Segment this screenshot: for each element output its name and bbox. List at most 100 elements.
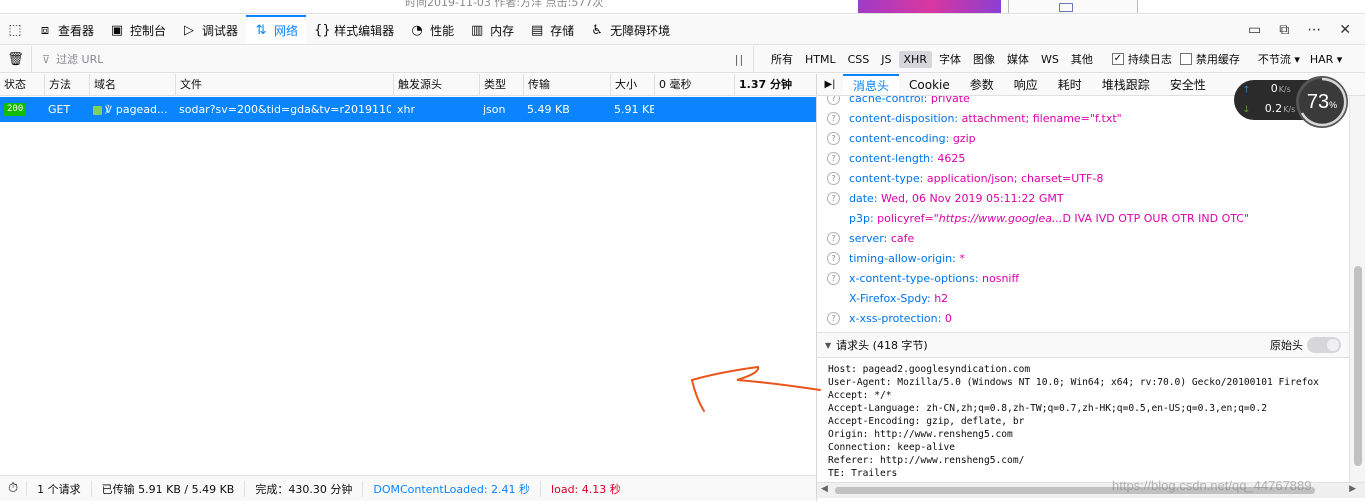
scrollbar-thumb[interactable] xyxy=(1354,266,1362,466)
transferred-summary: 已传输 5.91 KB / 5.49 KB xyxy=(92,480,246,497)
column-transferred[interactable]: 传输 xyxy=(523,74,610,96)
filter-url-input[interactable]: ⊽ 过滤 URL xyxy=(32,51,712,67)
tab-storage[interactable]: ▤ 存储 xyxy=(522,15,582,44)
header-row[interactable]: ? content-encoding: gzip xyxy=(817,129,1349,149)
header-value: 0 xyxy=(944,312,952,325)
request-details-panel: ▶| 消息头 Cookie 参数 响应 耗时 堆栈跟踪 安全性 ? cache-c… xyxy=(816,74,1365,501)
tab-performance[interactable]: ◔ 性能 xyxy=(402,15,462,44)
type-xhr-button[interactable]: XHR xyxy=(898,50,932,68)
header-row[interactable]: ? content-length: 4625 xyxy=(817,149,1349,169)
type-images-button[interactable]: 图像 xyxy=(968,49,1000,69)
header-row[interactable]: X-Firefox-Spdy: h2 xyxy=(817,289,1349,309)
header-value: nosniff xyxy=(982,272,1020,285)
tab-params[interactable]: 参数 xyxy=(960,74,1004,95)
column-size[interactable]: 大小 xyxy=(610,74,654,96)
help-icon[interactable]: ? xyxy=(827,111,840,125)
tab-inspector[interactable]: ⧈ 查看器 xyxy=(30,15,102,44)
network-statusbar: ⏱ 1 个请求 已传输 5.91 KB / 5.49 KB 完成：430.30 … xyxy=(0,475,816,501)
header-row[interactable]: ? server: cafe xyxy=(817,229,1349,249)
filter-icon: ⊽ xyxy=(42,52,51,66)
tab-accessibility[interactable]: ♿ 无障碍环境 xyxy=(582,15,678,44)
throttling-select[interactable]: 不节流 ▾ xyxy=(1258,51,1300,67)
header-row[interactable]: ? x-content-type-options: nosniff xyxy=(817,269,1349,289)
clear-icon[interactable]: 🗑 xyxy=(0,46,32,72)
request-headers-title: 请求头 (418 字节) xyxy=(836,339,928,352)
tab-style-editor[interactable]: {} 样式编辑器 xyxy=(306,15,402,44)
scroll-right-icon[interactable]: ▶ xyxy=(1349,484,1356,494)
column-domain[interactable]: 域名 xyxy=(89,74,175,96)
webpage-image xyxy=(858,0,1001,13)
speed-unit: K/s xyxy=(1278,85,1291,94)
performance-analysis-icon[interactable]: ⏱ xyxy=(0,481,28,496)
tab-network[interactable]: ⇅ 网络 xyxy=(246,15,307,44)
type-js-button[interactable]: JS xyxy=(876,51,896,68)
table-row[interactable]: 200 GET ℣ pagead... sodar?sv=200&tid=gda&… xyxy=(0,97,816,122)
download-arrow-icon: 🡓 xyxy=(1244,105,1249,115)
type-css-button[interactable]: CSS xyxy=(843,51,875,68)
network-speed-widget[interactable]: 🡑 0K/s 🡓 0.2K/s 73% xyxy=(1234,76,1362,128)
more-options-icon[interactable]: ⋯ xyxy=(1307,22,1321,38)
tab-stack-trace[interactable]: 堆栈跟踪 xyxy=(1092,74,1160,95)
help-icon[interactable]: ? xyxy=(827,151,840,165)
column-waterfall-start[interactable]: 0 毫秒 xyxy=(654,74,734,96)
column-status[interactable]: 状态 xyxy=(0,74,44,96)
element-picker-icon[interactable]: ⬚ xyxy=(0,15,30,44)
help-icon[interactable]: ? xyxy=(827,96,840,105)
tab-memory[interactable]: ▥ 内存 xyxy=(462,15,522,44)
tab-headers[interactable]: 消息头 xyxy=(843,74,900,95)
tab-timings[interactable]: 耗时 xyxy=(1048,74,1092,95)
column-file[interactable]: 文件 xyxy=(175,74,393,96)
help-icon[interactable]: ? xyxy=(827,271,840,285)
close-icon[interactable]: ✕ xyxy=(1339,22,1351,38)
raw-headers-toggle[interactable] xyxy=(1307,337,1341,353)
expand-triangle-icon[interactable]: ▼ xyxy=(825,341,831,350)
type-all-button[interactable]: 所有 xyxy=(766,49,798,69)
toggle-panel-icon[interactable]: ▶| xyxy=(817,74,843,95)
tab-response[interactable]: 响应 xyxy=(1004,74,1048,95)
help-icon-placeholder xyxy=(827,212,840,225)
type-media-button[interactable]: 媒体 xyxy=(1002,49,1034,69)
header-row[interactable]: ? content-type: application/json; charset… xyxy=(817,169,1349,189)
header-row[interactable]: ? x-xss-protection: 0 xyxy=(817,309,1349,329)
tab-cookies[interactable]: Cookie xyxy=(899,74,960,95)
webpage-sliver: 时间2019-11-03 作者:方洋 点击:577次 xyxy=(0,0,1365,14)
dock-icon[interactable]: ⧉ xyxy=(1279,22,1289,38)
help-icon-placeholder xyxy=(827,292,840,305)
responsive-design-icon[interactable]: ▭ xyxy=(1248,22,1261,38)
tab-debugger[interactable]: ▷ 调试器 xyxy=(174,15,246,44)
header-row[interactable]: p3p: policyref="https://www.googlea...D … xyxy=(817,209,1349,229)
usage-ring xyxy=(1300,77,1347,127)
raw-header-line: Host: pagead2.googlesyndication.com xyxy=(828,364,1031,375)
tab-console[interactable]: ▣ 控制台 xyxy=(102,15,174,44)
upload-arrow-icon: 🡑 xyxy=(1244,85,1249,95)
header-name: X-Firefox-Spdy: xyxy=(849,292,931,305)
type-ws-button[interactable]: WS xyxy=(1036,51,1064,68)
har-menu[interactable]: HAR ▾ xyxy=(1310,53,1342,66)
column-method[interactable]: 方法 xyxy=(44,74,89,96)
help-icon[interactable]: ? xyxy=(827,191,840,205)
tab-label: 样式编辑器 xyxy=(334,24,395,38)
header-row[interactable]: ? timing-allow-origin: * xyxy=(817,249,1349,269)
help-icon[interactable]: ? xyxy=(827,311,840,325)
scroll-left-icon[interactable]: ◀ xyxy=(821,484,828,494)
request-headers-section[interactable]: ▼ 请求头 (418 字节) 原始头 xyxy=(817,332,1349,358)
column-type[interactable]: 类型 xyxy=(479,74,523,96)
type-html-button[interactable]: HTML xyxy=(800,51,841,68)
help-icon[interactable]: ? xyxy=(827,131,840,145)
type-fonts-button[interactable]: 字体 xyxy=(934,49,966,69)
header-row[interactable]: ? date: Wed, 06 Nov 2019 05:11:22 GMT xyxy=(817,189,1349,209)
raw-header-line: Referer: http://www.rensheng5.com/ xyxy=(828,455,1025,466)
column-cause[interactable]: 触发源头 xyxy=(393,74,479,96)
help-icon[interactable]: ? xyxy=(827,251,840,265)
raw-header-line: Connection: keep-alive xyxy=(828,442,956,453)
help-icon[interactable]: ? xyxy=(827,231,840,245)
row-transferred: 5.49 KB xyxy=(527,103,570,116)
requests-table-header: 状态 方法 域名 文件 触发源头 类型 传输 大小 0 毫秒 1.37 分钟 xyxy=(0,74,816,96)
vertical-scrollbar[interactable] xyxy=(1349,96,1365,482)
help-icon[interactable]: ? xyxy=(827,171,840,185)
persist-logs-checkbox[interactable]: ✓ 持续日志 xyxy=(1111,51,1172,67)
pause-icon[interactable]: || xyxy=(726,46,754,72)
type-other-button[interactable]: 其他 xyxy=(1066,49,1098,69)
disable-cache-checkbox[interactable]: 禁用缓存 xyxy=(1179,51,1240,67)
tab-security[interactable]: 安全性 xyxy=(1160,74,1216,95)
